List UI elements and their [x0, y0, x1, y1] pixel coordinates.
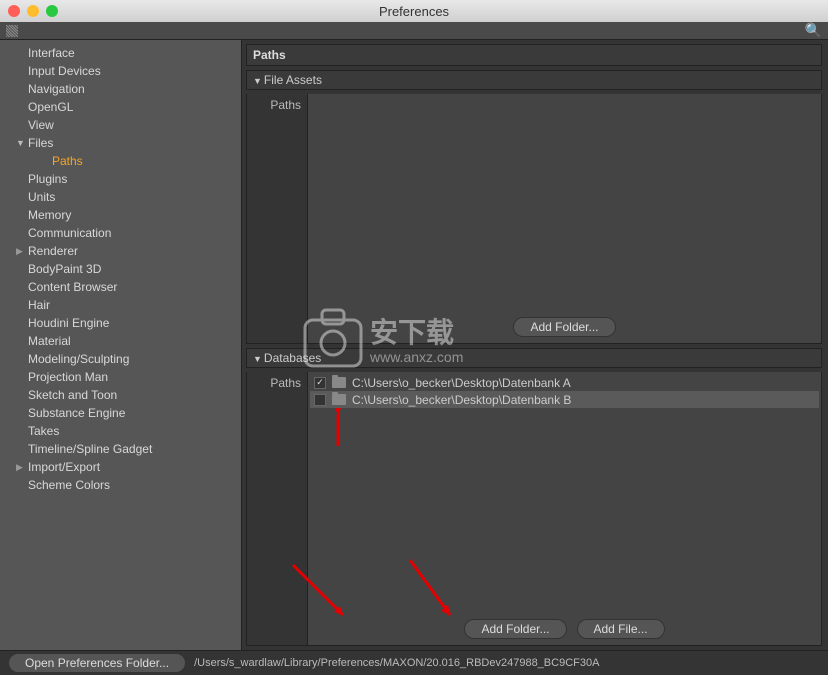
sidebar-item-label: Files	[28, 136, 53, 150]
sidebar-item-projection-man[interactable]: Projection Man	[0, 368, 241, 386]
sidebar-item-label: Projection Man	[28, 370, 108, 384]
open-prefs-folder-button[interactable]: Open Preferences Folder...	[8, 653, 186, 673]
folder-icon	[332, 394, 346, 405]
tree-arrow-icon: ▼	[16, 138, 26, 148]
sidebar-item-renderer[interactable]: ▶Renderer	[0, 242, 241, 260]
sidebar-item-label: Renderer	[28, 244, 78, 258]
sidebar-item-units[interactable]: Units	[0, 188, 241, 206]
sidebar-item-label: Sketch and Toon	[28, 388, 117, 402]
sidebar-item-timeline-spline-gadget[interactable]: Timeline/Spline Gadget	[0, 440, 241, 458]
sidebar-item-label: Communication	[28, 226, 111, 240]
file-assets-paths-list[interactable]: Add Folder...	[307, 94, 821, 343]
paths-label: Paths	[247, 94, 307, 343]
sidebar-item-label: Hair	[28, 298, 50, 312]
sidebar-item-label: Units	[28, 190, 55, 204]
sidebar-item-paths[interactable]: Paths	[0, 152, 241, 170]
sidebar-item-navigation[interactable]: Navigation	[0, 80, 241, 98]
sidebar-item-label: Plugins	[28, 172, 67, 186]
sidebar-item-label: Substance Engine	[28, 406, 125, 420]
paths-label: Paths	[247, 372, 307, 645]
panel-title: Paths	[246, 44, 822, 66]
databases-body: Paths ✓ C:\Users\o_becker\Desktop\Datenba…	[246, 372, 822, 646]
titlebar: Preferences	[0, 0, 828, 22]
folder-icon	[332, 377, 346, 388]
sidebar-item-sketch-and-toon[interactable]: Sketch and Toon	[0, 386, 241, 404]
sidebar-item-label: Interface	[28, 46, 75, 60]
sidebar-item-label: Houdini Engine	[28, 316, 109, 330]
sidebar-item-label: View	[28, 118, 54, 132]
footer: Open Preferences Folder... /Users/s_ward…	[0, 650, 828, 675]
sidebar-item-files[interactable]: ▼Files	[0, 134, 241, 152]
sidebar-item-label: Timeline/Spline Gadget	[28, 442, 152, 456]
window-title: Preferences	[0, 4, 828, 19]
path-row[interactable]: C:\Users\o_becker\Desktop\Datenbank B	[310, 391, 819, 408]
right-panel: Paths ▼File Assets Paths Add Folder... ▼…	[242, 40, 828, 650]
sidebar-item-label: Material	[28, 334, 71, 348]
sidebar-item-substance-engine[interactable]: Substance Engine	[0, 404, 241, 422]
sidebar-item-content-browser[interactable]: Content Browser	[0, 278, 241, 296]
sidebar-item-communication[interactable]: Communication	[0, 224, 241, 242]
sidebar-item-view[interactable]: View	[0, 116, 241, 134]
add-folder-button-databases[interactable]: Add Folder...	[464, 619, 566, 639]
sidebar-item-memory[interactable]: Memory	[0, 206, 241, 224]
sidebar-item-houdini-engine[interactable]: Houdini Engine	[0, 314, 241, 332]
section-header-databases[interactable]: ▼Databases	[246, 348, 822, 368]
sidebar-item-label: OpenGL	[28, 100, 73, 114]
file-assets-body: Paths Add Folder...	[246, 94, 822, 344]
sidebar-item-label: Takes	[28, 424, 59, 438]
sidebar-item-label: Paths	[52, 154, 83, 168]
add-file-button-databases[interactable]: Add File...	[577, 619, 665, 639]
sidebar-item-interface[interactable]: Interface	[0, 44, 241, 62]
sidebar-item-label: Import/Export	[28, 460, 100, 474]
path-text: C:\Users\o_becker\Desktop\Datenbank B	[352, 393, 571, 407]
sidebar: Interface Input Devices Navigation OpenGL Vi…	[0, 40, 242, 650]
sidebar-item-hair[interactable]: Hair	[0, 296, 241, 314]
sidebar-item-import-export[interactable]: ▶Import/Export	[0, 458, 241, 476]
path-checkbox[interactable]: ✓	[314, 377, 326, 389]
sidebar-item-takes[interactable]: Takes	[0, 422, 241, 440]
section-header-file-assets[interactable]: ▼File Assets	[246, 70, 822, 90]
sidebar-item-input-devices[interactable]: Input Devices	[0, 62, 241, 80]
sidebar-item-label: Memory	[28, 208, 71, 222]
databases-paths-list[interactable]: ✓ C:\Users\o_becker\Desktop\Datenbank A C:…	[307, 372, 821, 645]
sidebar-item-scheme-colors[interactable]: Scheme Colors	[0, 476, 241, 494]
add-folder-button-fileassets[interactable]: Add Folder...	[513, 317, 615, 337]
drag-handle-icon[interactable]	[6, 25, 18, 37]
sidebar-item-label: Modeling/Sculpting	[28, 352, 129, 366]
sidebar-item-opengl[interactable]: OpenGL	[0, 98, 241, 116]
disclosure-icon: ▼	[253, 76, 262, 86]
sidebar-item-material[interactable]: Material	[0, 332, 241, 350]
disclosure-icon: ▼	[253, 354, 262, 364]
prefs-path: /Users/s_wardlaw/Library/Preferences/MAX…	[194, 657, 599, 669]
sidebar-item-label: BodyPaint 3D	[28, 262, 101, 276]
search-icon[interactable]: 🔍	[805, 22, 822, 39]
tree-arrow-icon: ▶	[16, 462, 26, 473]
sidebar-item-label: Content Browser	[28, 280, 117, 294]
sidebar-item-modeling-sculpting[interactable]: Modeling/Sculpting	[0, 350, 241, 368]
path-text: C:\Users\o_becker\Desktop\Datenbank A	[352, 376, 571, 390]
toolbar: 🔍	[0, 22, 828, 40]
sidebar-item-label: Scheme Colors	[28, 478, 110, 492]
sidebar-item-bodypaint-3d[interactable]: BodyPaint 3D	[0, 260, 241, 278]
sidebar-item-label: Input Devices	[28, 64, 101, 78]
sidebar-item-plugins[interactable]: Plugins	[0, 170, 241, 188]
path-row[interactable]: ✓ C:\Users\o_becker\Desktop\Datenbank A	[310, 374, 819, 391]
sidebar-item-label: Navigation	[28, 82, 85, 96]
path-checkbox[interactable]	[314, 394, 326, 406]
tree-arrow-icon: ▶	[16, 246, 26, 257]
